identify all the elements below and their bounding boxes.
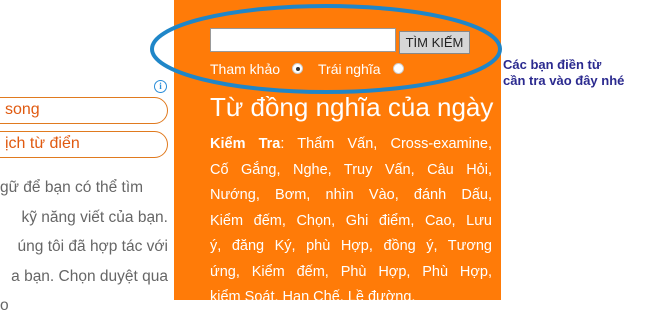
synonym-of-day-title: Từ đồng nghĩa của ngày xyxy=(210,92,494,122)
synonym-line-text: : Thẩm Vấn, Cross-examine, xyxy=(280,136,492,152)
search-panel: TÌM KIẾM Tham khảo Trái nghĩa Từ đồng ng… xyxy=(174,0,501,305)
pill-label: song xyxy=(5,101,40,118)
info-icon[interactable]: i xyxy=(154,80,167,93)
annotation-line: cần tra vào đây nhé xyxy=(503,73,625,88)
annotation-note: Các bạn điền từ cần tra vào đây nhé xyxy=(503,57,624,89)
synonym-list: Kiểm Tra: Thẩm Vấn, Cross-examine, Cố Gắ… xyxy=(210,132,492,311)
synonym-line: ý, đăng Ký, phù Hợp, đồng ý, Tương xyxy=(210,238,492,254)
synonym-line: Cố Gắng, Nghe, Truy Vấn, Câu Hỏi, xyxy=(210,161,492,178)
para-line: a bạn. Chọn duyệt qua xyxy=(11,267,168,285)
pill-label: ịch từ điển xyxy=(5,135,80,152)
link-pill-dictionary[interactable]: ịch từ điển xyxy=(0,131,168,158)
description-paragraph: gữ để bạn có thể tìm kỹ năng viết của bạ… xyxy=(0,173,168,321)
search-input[interactable] xyxy=(210,28,396,52)
link-pill-song[interactable]: song xyxy=(0,97,168,124)
para-line: úng tôi đã hợp tác với xyxy=(17,238,168,255)
synonym-line: ứng, Kiểm đếm, Phù Hợp, Phù Hợp, xyxy=(210,263,492,280)
synonym-line: kiểm Soát, Hạn Chế, Lề đường, xyxy=(210,289,416,305)
para-line: o xyxy=(0,297,9,314)
synonym-line: Kiểm đếm, Chọn, Ghi điểm, Cao, Lưu xyxy=(210,212,492,229)
search-button[interactable]: TÌM KIẾM xyxy=(399,31,470,54)
keyword-link[interactable]: Kiểm Tra xyxy=(210,136,280,152)
radio-label-reference: Tham khảo xyxy=(210,61,281,77)
radio-antonym[interactable] xyxy=(393,63,404,74)
synonym-line: Nướng, Bơm, nhìn Vào, đánh Dấu, xyxy=(210,187,492,203)
radio-reference[interactable] xyxy=(292,63,303,74)
annotation-line: Các bạn điền từ xyxy=(503,57,602,72)
para-line: gữ để bạn có thể tìm xyxy=(0,179,144,196)
para-line: kỹ năng viết của bạn. xyxy=(21,208,169,226)
synonym-line: Kiểm Tra: Thẩm Vấn, Cross-examine, xyxy=(210,132,492,158)
radio-label-antonym: Trái nghĩa xyxy=(318,61,381,77)
left-panel: i song ịch từ điển gữ để bạn có thể tìm … xyxy=(0,0,176,314)
